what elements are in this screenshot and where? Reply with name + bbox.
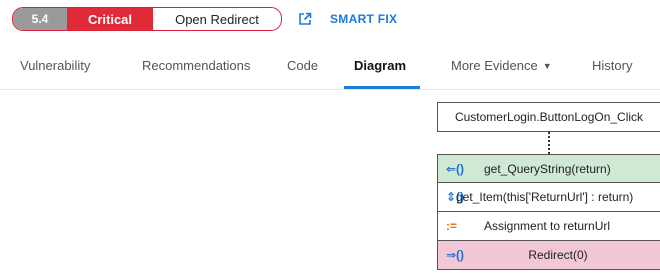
assignment-icon: := <box>446 219 458 233</box>
step-label: Redirect(0) <box>528 248 588 262</box>
diagram-step-stack: ⇐() get_QueryString(return) ⇕() get_Item… <box>437 154 660 270</box>
step-label: get_Item(this['ReturnUrl'] : return) <box>456 190 634 204</box>
diagram-connector <box>548 132 550 154</box>
step-label: Assignment to returnUrl <box>484 219 611 233</box>
diagram-step-sink[interactable]: ⇒() Redirect(0) <box>437 241 660 270</box>
diagram-root-node[interactable]: CustomerLogin.ButtonLogOn_Click <box>437 102 660 132</box>
return-arrow-icon: ⇐() <box>446 162 465 176</box>
diagram-step-get-item[interactable]: ⇕() get_Item(this['ReturnUrl'] : return) <box>437 183 660 212</box>
dataflow-diagram: CustomerLogin.ButtonLogOn_Click ⇐() get_… <box>0 0 660 280</box>
diagram-step-source[interactable]: ⇐() get_QueryString(return) <box>437 154 660 183</box>
diagram-step-assignment[interactable]: := Assignment to returnUrl <box>437 212 660 241</box>
step-label: get_QueryString(return) <box>484 162 611 176</box>
